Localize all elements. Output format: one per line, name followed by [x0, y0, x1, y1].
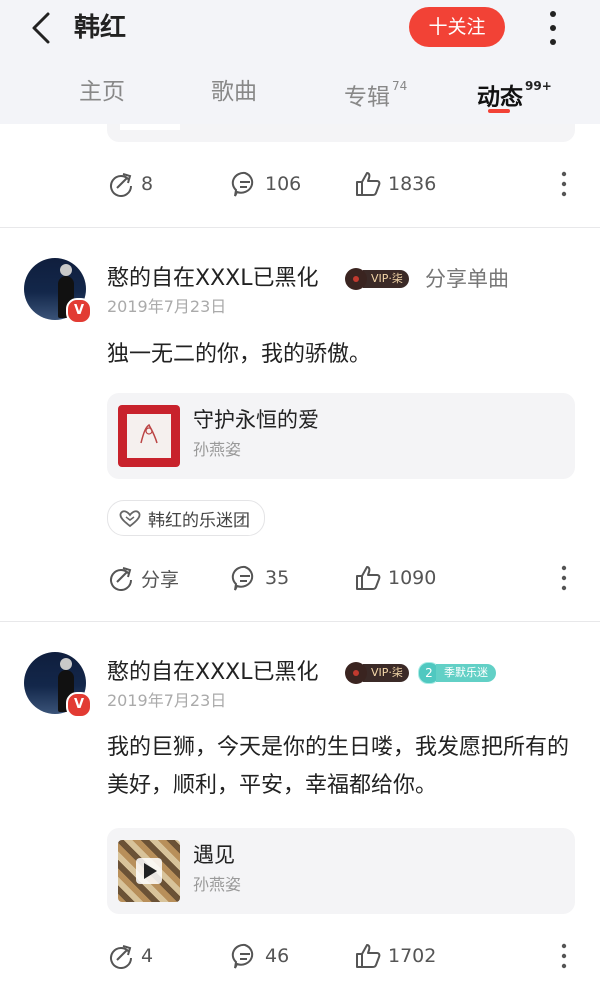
active-tab-indicator [488, 109, 510, 113]
comment-icon [231, 565, 254, 591]
post-text: 我的巨狮，今天是你的生日喽，我发愿把所有的美好，顺利，平安，幸福都给你。 [107, 735, 570, 798]
comment-icon [231, 943, 254, 969]
song-card[interactable]: 遇见 孙燕姿 [107, 828, 575, 914]
play-icon[interactable] [141, 861, 159, 881]
song-artist: 孙燕姿 [193, 440, 242, 459]
back-arrow-icon[interactable] [28, 10, 64, 46]
song-cover [118, 405, 180, 467]
post-date: 2019年7月23日 [107, 691, 227, 710]
more-options-icon[interactable] [540, 8, 566, 48]
cover-sketch-icon [140, 423, 158, 444]
verified-badge-icon: V [66, 298, 92, 324]
share-icon [110, 567, 132, 591]
vip-badge: VIP·柒 [345, 268, 409, 290]
song-cover [118, 840, 180, 902]
vip-badge: VIP·柒 [345, 662, 409, 684]
song-title: 遇见 [193, 843, 235, 867]
post-divider [0, 621, 600, 622]
tab-songs[interactable]: 歌曲 [211, 72, 257, 112]
post-more-icon[interactable] [556, 942, 572, 970]
albums-count: 74 [392, 79, 408, 93]
comment-icon [231, 171, 254, 197]
vinyl-icon [345, 268, 367, 290]
thumbs-up-icon [356, 944, 381, 968]
verified-badge-icon: V [66, 692, 92, 718]
post-actions: 分享 35 1090 [0, 558, 600, 598]
song-title: 守护永恒的爱 [193, 408, 319, 432]
comment-button[interactable]: 35 [231, 558, 289, 598]
fan-club-tag[interactable]: 韩红的乐迷团 [107, 500, 265, 536]
post-actions: 4 46 1702 [0, 936, 600, 976]
activity-count: 99+ [525, 79, 552, 93]
top-bar: 韩红 十关注 主页 歌曲 专辑 74 动态 99+ [0, 0, 600, 124]
song-artist: 孙燕姿 [193, 875, 242, 894]
post-action-type: 分享单曲 [425, 267, 509, 291]
like-button[interactable]: 1836 [354, 164, 436, 204]
post-date: 2019年7月23日 [107, 297, 227, 316]
share-icon [110, 173, 132, 197]
fan-club-icon [119, 510, 141, 528]
fan-level-badge: 2 季默乐迷 [418, 662, 496, 684]
thumbs-up-icon [356, 566, 381, 590]
tab-albums[interactable]: 专辑 74 [344, 72, 407, 118]
artist-name-title: 韩红 [74, 13, 127, 43]
share-icon [110, 945, 132, 969]
username[interactable]: 憨的自在XXXL已黑化 [107, 658, 318, 688]
comment-button[interactable]: 46 [231, 936, 289, 976]
follow-button[interactable]: 十关注 [409, 7, 505, 47]
username[interactable]: 憨的自在XXXL已黑化 [107, 264, 318, 294]
comment-button[interactable]: 106 [231, 164, 301, 204]
post-text: 独一无二的你，我的骄傲。 [107, 342, 372, 367]
share-button[interactable]: 8 [107, 164, 153, 204]
post-divider [0, 227, 600, 228]
post-more-icon[interactable] [556, 170, 572, 198]
like-button[interactable]: 1702 [354, 936, 436, 976]
thumbs-up-icon [356, 172, 381, 196]
tab-home[interactable]: 主页 [79, 72, 125, 112]
share-button[interactable]: 分享 [107, 558, 179, 598]
like-button[interactable]: 1090 [354, 558, 436, 598]
song-card[interactable]: 守护永恒的爱 孙燕姿 [107, 393, 575, 479]
vinyl-icon [345, 662, 367, 684]
post-actions: 8 106 1836 [0, 164, 600, 204]
share-button[interactable]: 4 [107, 936, 153, 976]
post-more-icon[interactable] [556, 564, 572, 592]
